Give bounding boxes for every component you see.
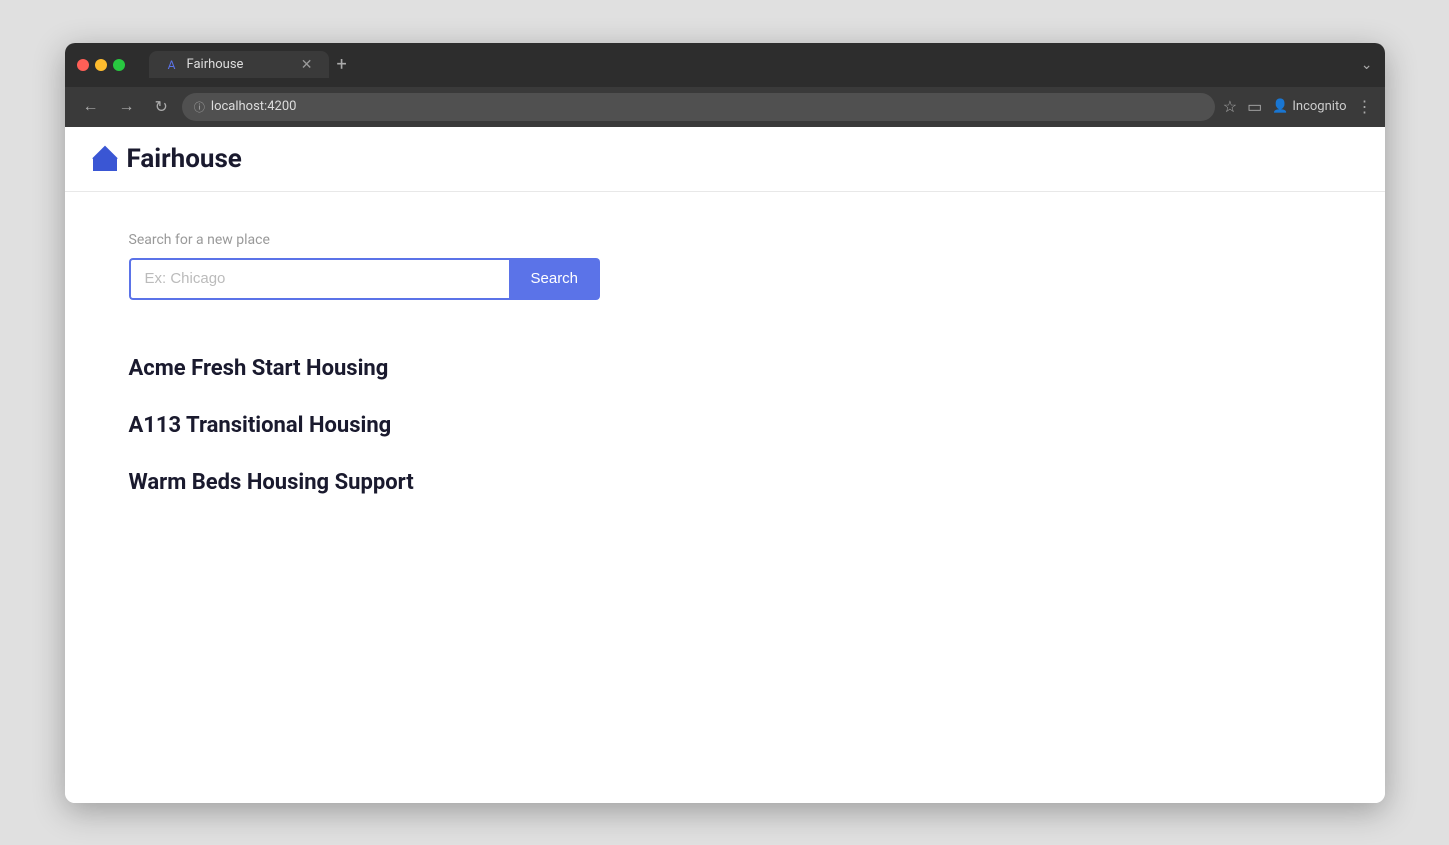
result-title-3[interactable]: Warm Beds Housing Support	[129, 470, 414, 495]
close-button[interactable]	[77, 59, 89, 71]
browser-titlebar: A Fairhouse ✕ + ⌄	[65, 43, 1385, 87]
traffic-lights	[77, 59, 125, 71]
house-icon	[89, 143, 121, 175]
search-input[interactable]	[129, 258, 509, 300]
reload-button[interactable]: ↻	[149, 93, 174, 121]
results-list: Acme Fresh Start Housing A113 Transition…	[129, 340, 1321, 511]
list-item: A113 Transitional Housing	[129, 397, 1321, 454]
address-bar[interactable]: ⓘ localhost:4200	[182, 93, 1215, 121]
tab-title: Fairhouse	[187, 57, 293, 72]
cast-icon[interactable]: ▭	[1247, 97, 1262, 116]
tab-bar: A Fairhouse ✕ +	[149, 51, 347, 78]
result-title-1[interactable]: Acme Fresh Start Housing	[129, 356, 389, 381]
logo-text: Fairhouse	[127, 144, 242, 174]
toolbar-right: ☆ ▭ 👤 Incognito ⋮	[1223, 97, 1373, 116]
page-content: Fairhouse Search for a new place Search …	[65, 127, 1385, 803]
incognito-badge[interactable]: 👤 Incognito	[1272, 99, 1346, 114]
browser-tab-fairhouse[interactable]: A Fairhouse ✕	[149, 51, 329, 78]
logo[interactable]: Fairhouse	[89, 143, 242, 175]
search-button[interactable]: Search	[509, 258, 601, 300]
back-button[interactable]: ←	[77, 94, 105, 120]
tab-favicon-icon: A	[165, 58, 179, 72]
maximize-button[interactable]	[113, 59, 125, 71]
browser-toolbar: ← → ↻ ⓘ localhost:4200 ☆ ▭ 👤 Incognito ⋮	[65, 87, 1385, 127]
result-title-2[interactable]: A113 Transitional Housing	[129, 413, 392, 438]
bookmark-star-icon[interactable]: ☆	[1223, 97, 1237, 116]
tab-dropdown-icon[interactable]: ⌄	[1361, 57, 1373, 73]
search-row: Search	[129, 258, 1321, 300]
tab-close-button[interactable]: ✕	[301, 58, 313, 72]
minimize-button[interactable]	[95, 59, 107, 71]
page-main: Search for a new place Search Acme Fresh…	[65, 192, 1385, 551]
list-item: Warm Beds Housing Support	[129, 454, 1321, 511]
browser-window: A Fairhouse ✕ + ⌄ ← → ↻ ⓘ localhost:4200…	[65, 43, 1385, 803]
new-tab-button[interactable]: +	[337, 54, 347, 75]
list-item: Acme Fresh Start Housing	[129, 340, 1321, 397]
incognito-label: Incognito	[1292, 99, 1346, 114]
forward-button[interactable]: →	[113, 94, 141, 120]
secure-icon: ⓘ	[194, 99, 205, 115]
app-header: Fairhouse	[65, 127, 1385, 192]
more-menu-icon[interactable]: ⋮	[1357, 97, 1373, 116]
search-label: Search for a new place	[129, 232, 1321, 248]
incognito-icon: 👤	[1272, 99, 1288, 114]
address-text: localhost:4200	[211, 99, 297, 114]
